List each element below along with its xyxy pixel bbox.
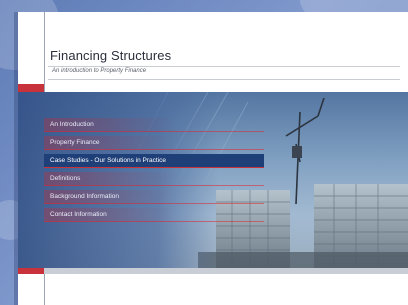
page-title: Financing Structures [50,48,172,63]
hero-banner: An Introduction Property Finance Case St… [18,92,408,268]
menu-item-property-finance[interactable]: Property Finance [44,136,264,150]
menu-item-background-information[interactable]: Background Information [44,190,264,204]
menu-item-case-studies[interactable]: Case Studies - Our Solutions in Practice [44,154,264,168]
accent-bar [18,84,44,92]
menu-item-contact-information[interactable]: Contact Information [44,208,264,222]
menu-item-introduction[interactable]: An Introduction [44,118,264,132]
footer-accent [18,268,44,274]
page-subtitle: An introduction to Property Finance [52,68,147,74]
menu-item-definitions[interactable]: Definitions [44,172,264,186]
footer-bar [18,268,408,274]
main-menu: An Introduction Property Finance Case St… [44,118,264,226]
